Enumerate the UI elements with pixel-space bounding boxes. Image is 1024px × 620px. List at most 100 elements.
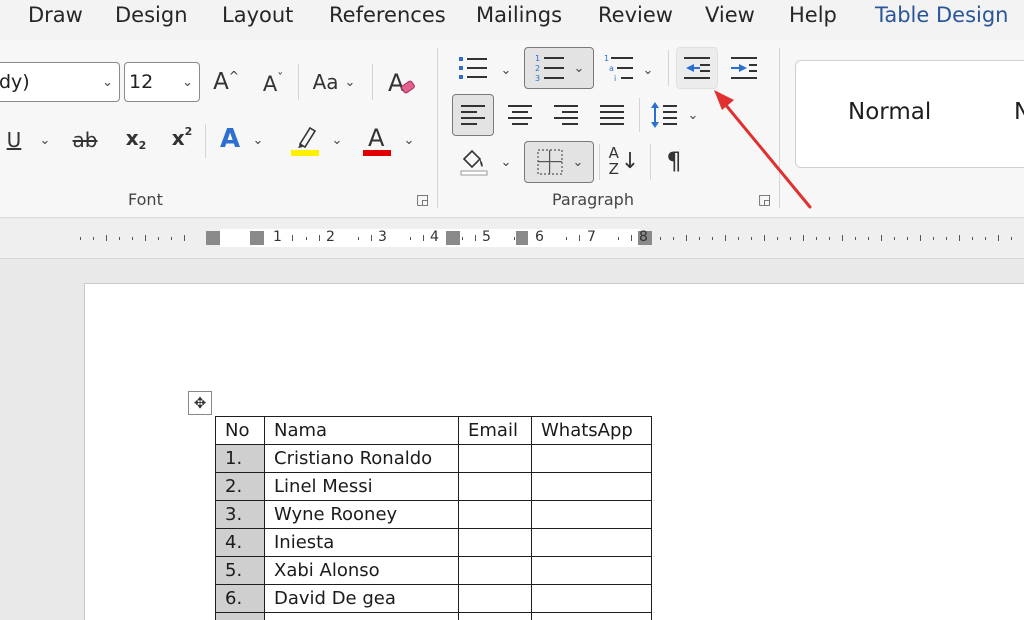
- sort-a-glyph: A: [608, 144, 619, 162]
- superscript-glyph: x: [171, 126, 185, 150]
- table-cell-no[interactable]: [215, 612, 265, 620]
- show-hide-formatting-button[interactable]: ¶: [658, 142, 690, 180]
- table-header-cell[interactable]: Nama: [264, 416, 459, 445]
- ruler-mark: 1: [273, 229, 282, 245]
- align-right-button[interactable]: [548, 96, 584, 134]
- document-table[interactable]: No Nama Email WhatsApp 1. Cristiano Rona…: [215, 416, 652, 620]
- table-cell-email[interactable]: [458, 556, 532, 585]
- highlight-color-button[interactable]: [286, 120, 324, 160]
- table-cell-name[interactable]: Linel Messi: [264, 472, 459, 501]
- font-size-dropdown[interactable]: 12 ⌄: [124, 62, 200, 102]
- clear-formatting-button[interactable]: A: [382, 64, 422, 100]
- line-spacing-button[interactable]: [646, 96, 682, 134]
- table-cell-email[interactable]: [458, 584, 532, 613]
- chevron-down-icon: ⌄: [572, 154, 584, 170]
- table-cell-name[interactable]: Wyne Rooney: [264, 500, 459, 529]
- table-cell-name[interactable]: [264, 612, 459, 620]
- table-cell-no[interactable]: 6.: [215, 584, 265, 613]
- table-row: 5. Xabi Alonso: [215, 556, 652, 585]
- font-name-value: dy): [0, 71, 30, 93]
- decrease-indent-icon: [684, 57, 710, 79]
- align-center-button[interactable]: [502, 96, 538, 134]
- font-color-dropdown[interactable]: ⌄: [400, 122, 418, 158]
- table-header-row: No Nama Email WhatsApp: [215, 416, 652, 445]
- table-cell-name[interactable]: David De gea: [264, 584, 459, 613]
- tab-view[interactable]: View: [705, 3, 755, 27]
- tab-layout[interactable]: Layout: [222, 3, 293, 27]
- align-left-button[interactable]: [452, 94, 494, 136]
- tab-draw[interactable]: Draw: [28, 3, 83, 27]
- chevron-down-icon: ⌄: [573, 60, 585, 76]
- table-cell-no[interactable]: 4.: [215, 528, 265, 557]
- table-cell-name[interactable]: Xabi Alonso: [264, 556, 459, 585]
- change-case-glyph: Aa: [312, 70, 339, 94]
- svg-text:1: 1: [535, 54, 540, 63]
- text-effects-button[interactable]: A: [214, 120, 246, 158]
- strikethrough-button[interactable]: ab: [66, 122, 104, 158]
- underline-options-dropdown[interactable]: ⌄: [36, 122, 54, 158]
- table-cell-whatsapp[interactable]: [531, 472, 652, 501]
- table-cell-no[interactable]: 5.: [215, 556, 265, 585]
- shading-button[interactable]: [456, 142, 492, 180]
- table-cell-email[interactable]: [458, 528, 532, 557]
- borders-button[interactable]: ⌄: [524, 141, 594, 183]
- grow-font-button[interactable]: A ^: [208, 64, 244, 100]
- tab-references[interactable]: References: [329, 3, 446, 27]
- tab-review[interactable]: Review: [598, 3, 673, 27]
- shading-dropdown[interactable]: ⌄: [497, 144, 515, 180]
- ruler-mark: 7: [587, 229, 596, 245]
- table-cell-name[interactable]: Iniesta: [264, 528, 459, 557]
- table-cell-whatsapp[interactable]: [531, 444, 652, 473]
- align-left-icon: [461, 105, 485, 125]
- superscript-button[interactable]: x2: [166, 120, 198, 156]
- highlight-color-dropdown[interactable]: ⌄: [328, 122, 346, 158]
- table-header-cell[interactable]: No: [215, 416, 265, 445]
- font-dialog-launcher-icon[interactable]: ◲: [416, 192, 429, 208]
- bullets-icon: [459, 57, 487, 79]
- font-color-button[interactable]: A: [358, 120, 396, 160]
- table-cell-whatsapp[interactable]: [531, 584, 652, 613]
- style-normal[interactable]: Normal: [848, 99, 931, 125]
- table-cell-email[interactable]: [458, 472, 532, 501]
- underline-button[interactable]: U: [2, 122, 26, 158]
- sort-button[interactable]: A Z ↓: [606, 140, 642, 182]
- tab-help[interactable]: Help: [789, 3, 837, 27]
- numbering-button[interactable]: 1 2 3 ⌄: [524, 47, 594, 89]
- table-cell-email[interactable]: [458, 612, 532, 620]
- font-name-dropdown[interactable]: dy) ⌄: [0, 62, 120, 102]
- tab-mailings[interactable]: Mailings: [476, 3, 562, 27]
- multilevel-list-button[interactable]: 1 a i: [600, 50, 638, 86]
- style-next-partial[interactable]: N: [1014, 99, 1024, 125]
- table-move-handle-icon[interactable]: ✥: [188, 391, 212, 415]
- change-case-button[interactable]: Aa ⌄: [304, 64, 364, 100]
- table-cell-whatsapp[interactable]: [531, 612, 652, 620]
- divider: [205, 124, 206, 158]
- table-cell-no[interactable]: 2.: [215, 472, 265, 501]
- highlighter-icon: [291, 126, 319, 156]
- table-cell-name[interactable]: Cristiano Ronaldo: [264, 444, 459, 473]
- divider: [639, 98, 640, 132]
- justify-icon: [600, 105, 624, 125]
- text-effects-dropdown[interactable]: ⌄: [249, 122, 267, 158]
- table-cell-email[interactable]: [458, 500, 532, 529]
- table-cell-email[interactable]: [458, 444, 532, 473]
- multilevel-list-dropdown[interactable]: ⌄: [639, 52, 657, 88]
- divider: [650, 144, 651, 180]
- table-cell-whatsapp[interactable]: [531, 528, 652, 557]
- table-cell-whatsapp[interactable]: [531, 556, 652, 585]
- table-cell-whatsapp[interactable]: [531, 500, 652, 529]
- tab-table-design[interactable]: Table Design: [875, 3, 1009, 27]
- table-header-cell[interactable]: WhatsApp: [531, 416, 652, 445]
- table-header-cell[interactable]: Email: [458, 416, 532, 445]
- shrink-font-button[interactable]: Aˇ: [255, 66, 291, 102]
- table-row: [215, 612, 652, 620]
- table-cell-no[interactable]: 1.: [215, 444, 265, 473]
- divider: [298, 64, 299, 100]
- table-cell-no[interactable]: 3.: [215, 500, 265, 529]
- tab-design[interactable]: Design: [115, 3, 188, 27]
- bullets-dropdown[interactable]: ⌄: [497, 52, 515, 88]
- justify-button[interactable]: [594, 96, 630, 134]
- bullets-button[interactable]: [454, 50, 492, 86]
- ruler-mark: 3: [378, 229, 387, 245]
- subscript-button[interactable]: x2: [120, 120, 152, 156]
